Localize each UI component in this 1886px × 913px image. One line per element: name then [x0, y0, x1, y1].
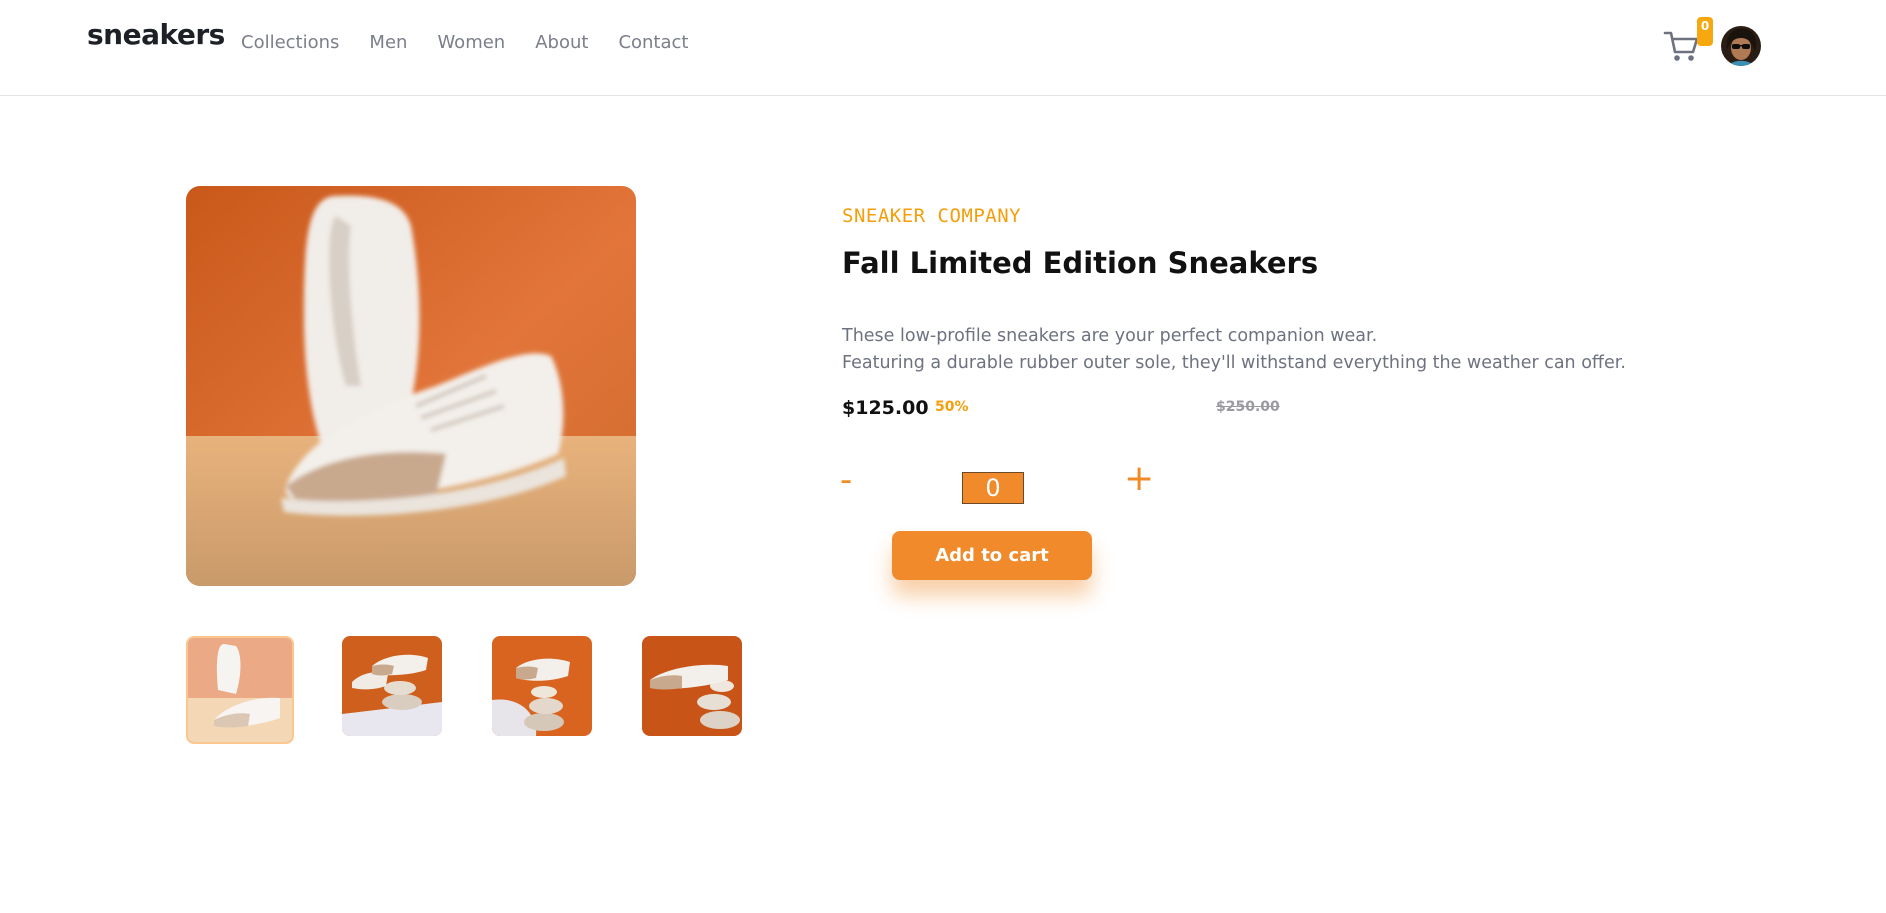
nav-link-women[interactable]: Women: [437, 32, 505, 53]
increase-quantity-button[interactable]: +: [1124, 458, 1154, 499]
description-line-2: Featuring a durable rubber outer sole, t…: [842, 353, 1626, 373]
thumbnail-3[interactable]: [492, 636, 592, 736]
nav-link-contact[interactable]: Contact: [618, 32, 688, 53]
cart-icon[interactable]: [1663, 28, 1701, 64]
nav-link-men[interactable]: Men: [369, 32, 407, 53]
description-line-1: These low-profile sneakers are your perf…: [842, 326, 1378, 346]
product-main-image[interactable]: [186, 186, 636, 586]
nav-link-collections[interactable]: Collections: [241, 32, 339, 53]
decrease-quantity-button[interactable]: -: [840, 460, 852, 500]
site-header: sneakers Collections Men Women About Con…: [0, 0, 1886, 96]
product-title: Fall Limited Edition Sneakers: [842, 246, 1319, 280]
cart-count-badge: 0: [1697, 17, 1713, 46]
avatar[interactable]: [1721, 26, 1761, 66]
product-description: These low-profile sneakers are your perf…: [842, 323, 1626, 377]
thumbnail-4[interactable]: [642, 636, 742, 736]
current-price: $125.00: [842, 397, 929, 419]
main-nav: Collections Men Women About Contact: [241, 32, 688, 53]
nav-link-about[interactable]: About: [535, 32, 588, 53]
company-name: SNEAKER COMPANY: [842, 205, 1022, 227]
thumbnail-2[interactable]: [342, 636, 442, 736]
quantity-input[interactable]: [962, 472, 1024, 504]
add-to-cart-button[interactable]: Add to cart: [892, 531, 1092, 580]
original-price: $250.00: [1216, 399, 1280, 415]
thumbnail-1[interactable]: [186, 636, 294, 744]
discount-badge: 50%: [935, 399, 969, 415]
logo[interactable]: sneakers: [87, 18, 225, 51]
